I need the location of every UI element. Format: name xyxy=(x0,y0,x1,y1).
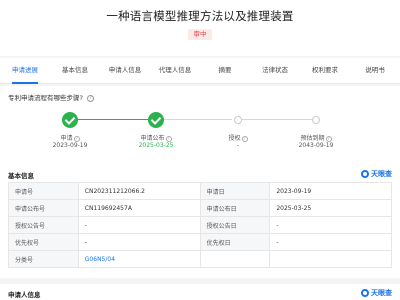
tab-claims[interactable]: 权利要求 xyxy=(300,58,350,83)
step-date-expiry: 2043-09-19 xyxy=(298,142,334,149)
tianyancha-logo: 天眼查 xyxy=(361,288,392,298)
table-row: 授权公告号 - 授权公告日 - xyxy=(8,216,392,234)
active-tab-indicator xyxy=(12,82,38,84)
step-connector-pending xyxy=(164,119,232,120)
step-label-text: 申请 xyxy=(60,135,73,142)
table-row: 分类号 G06N5/04 xyxy=(8,250,392,268)
step-label-text: 授权 xyxy=(228,135,241,142)
applicant-info-heading: 申请人信息 xyxy=(8,291,41,299)
table-value: - xyxy=(77,233,201,251)
applicant-info-section: 申请人信息 天眼查 xyxy=(0,278,400,300)
tab-abstract[interactable]: 摘要 xyxy=(200,58,250,83)
table-key: 申请公布号 xyxy=(8,199,79,217)
tianyancha-logo: 天眼查 xyxy=(361,169,392,179)
table-key: 分类号 xyxy=(8,250,79,268)
step-connector-pending xyxy=(242,119,316,120)
info-icon[interactable]: ? xyxy=(165,135,172,142)
table-value: 2023-09-19 xyxy=(269,182,392,200)
table-key: 申请日 xyxy=(199,182,271,200)
brand-text: 天眼查 xyxy=(371,289,392,297)
tab-application-progress[interactable]: 申请进展 xyxy=(0,58,50,84)
table-value: - xyxy=(269,216,392,234)
step-date-grant: - xyxy=(236,142,240,149)
patent-title: 一种语言模型推理方法以及推理装置 xyxy=(106,9,294,23)
step-label-grant: 授权? xyxy=(198,133,278,142)
table-value: CN119692457A xyxy=(77,199,201,217)
question-circle-icon[interactable]: ? xyxy=(87,94,95,102)
table-key: 申请号 xyxy=(8,182,79,200)
table-empty xyxy=(269,250,392,268)
step-date-publication: 2025-03-25 xyxy=(138,142,174,149)
step-pending-dot xyxy=(312,116,320,124)
tab-description[interactable]: 说明书 xyxy=(350,58,400,83)
tab-legal-status[interactable]: 法律状态 xyxy=(250,58,300,83)
table-value: CN202311212066.2 xyxy=(77,182,201,200)
process-question[interactable]: 专利申请流程有哪些步骤? ? xyxy=(8,92,95,102)
table-empty xyxy=(199,250,271,268)
tab-applicant-info[interactable]: 申请人信息 xyxy=(100,58,150,83)
step-date-application: 2023-09-19 xyxy=(52,142,88,149)
table-row: 申请号 CN202311212066.2 申请日 2023-09-19 xyxy=(8,182,392,200)
table-value: - xyxy=(77,216,201,234)
table-row: 优先权号 - 优先权日 - xyxy=(8,233,392,251)
brand-text: 天眼查 xyxy=(371,170,392,178)
status-badge: 审中 xyxy=(188,29,212,40)
table-key: 授权公告号 xyxy=(8,216,79,234)
tab-agent-info[interactable]: 代理人信息 xyxy=(150,58,200,83)
step-label-application: 申请? xyxy=(30,133,110,142)
step-connector-done xyxy=(78,119,148,120)
table-value: - xyxy=(269,233,392,251)
table-key: 优先权号 xyxy=(8,233,79,251)
tianyancha-logo-icon xyxy=(361,289,369,297)
step-pending-dot xyxy=(234,116,242,124)
info-icon[interactable]: ? xyxy=(73,135,80,142)
basic-info-table: 申请号 CN202311212066.2 申请日 2023-09-19 申请公布… xyxy=(8,182,392,268)
info-icon[interactable]: ? xyxy=(241,135,248,142)
tianyancha-logo-icon xyxy=(361,170,369,178)
info-icon[interactable]: ? xyxy=(325,135,332,142)
page-header: 一种语言模型推理方法以及推理装置 审中 xyxy=(0,0,400,56)
progress-steps: 申请? 2023-09-19 申请公布? 2025-03-25 授权? - 预估… xyxy=(0,112,400,184)
main-panel: 专利申请流程有哪些步骤? ? 申请? 2023-09-19 申请公布? 2025… xyxy=(0,86,400,300)
table-key: 授权公告日 xyxy=(199,216,271,234)
step-label-publication: 申请公布? xyxy=(116,133,196,142)
classification-link[interactable]: G06N5/04 xyxy=(77,250,201,268)
step-check-icon xyxy=(148,112,164,128)
step-label-text: 申请公布 xyxy=(140,135,165,142)
basic-info-heading: 基本信息 xyxy=(8,172,34,180)
tab-basic-info[interactable]: 基本信息 xyxy=(50,58,100,83)
tab-label: 申请进展 xyxy=(12,66,38,74)
table-value: 2025-03-25 xyxy=(269,199,392,217)
step-check-icon xyxy=(62,112,78,128)
process-question-text: 专利申请流程有哪些步骤? xyxy=(8,94,83,102)
step-label-expiry: 预估到期? xyxy=(276,133,356,142)
table-key: 申请公布日 xyxy=(199,199,271,217)
tab-bar: 申请进展 基本信息 申请人信息 代理人信息 摘要 法律状态 权利要求 说明书 xyxy=(0,58,400,84)
table-key: 优先权日 xyxy=(199,233,271,251)
table-row: 申请公布号 CN119692457A 申请公布日 2025-03-25 xyxy=(8,199,392,217)
step-label-text: 预估到期 xyxy=(300,135,325,142)
